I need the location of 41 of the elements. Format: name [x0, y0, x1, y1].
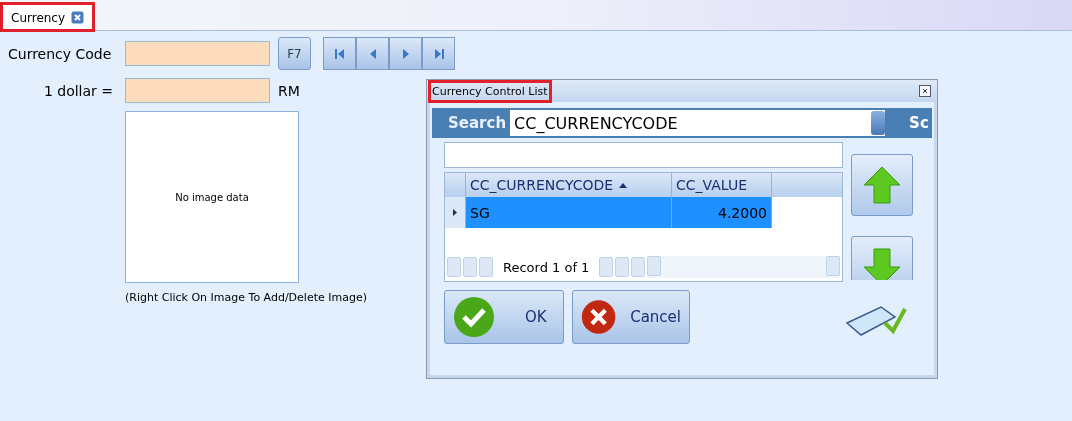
- navigation-button[interactable]: [422, 37, 455, 70]
- table-cell[interactable]: 4.2000: [672, 197, 772, 228]
- up-arrow-icon: [862, 165, 902, 205]
- pager-button[interactable]: [631, 257, 646, 277]
- image-placeholder: No image data: [175, 191, 249, 203]
- pager-button[interactable]: [463, 257, 477, 277]
- sort-ascending-icon: [619, 182, 628, 188]
- image-hint: (Right Click On Image To Add/Delete Image): [125, 291, 368, 304]
- ok-button[interactable]: OK: [444, 290, 564, 344]
- horizontal-scrollbar[interactable]: [647, 256, 840, 278]
- image-box[interactable]: No image data: [125, 111, 299, 283]
- first-record-icon: [332, 46, 347, 61]
- exchange-rate-field[interactable]: [125, 78, 270, 103]
- lookup-button[interactable]: F7: [278, 37, 311, 70]
- navigation-button[interactable]: [389, 37, 422, 70]
- move-down-button[interactable]: [851, 236, 913, 280]
- cancel-button[interactable]: Cancel: [572, 290, 690, 344]
- row-pointer-icon: [453, 209, 457, 216]
- dropdown-icon: [871, 111, 886, 135]
- down-arrow-icon: [862, 247, 902, 280]
- pager-button[interactable]: [599, 257, 614, 277]
- filter-field[interactable]: [444, 142, 843, 168]
- field-label: Currency Code: [8, 45, 113, 62]
- pager-button[interactable]: [615, 257, 630, 277]
- checkmark-icon: [453, 296, 495, 338]
- unit-label: RM: [278, 82, 300, 99]
- field-label: 1 dollar =: [42, 82, 114, 99]
- move-up-button[interactable]: [851, 154, 913, 216]
- pager-button[interactable]: [479, 257, 493, 277]
- navigation-button[interactable]: [323, 37, 356, 70]
- search-field-dropdown[interactable]: CC_CURRENCYCODE: [510, 110, 886, 136]
- pager-button[interactable]: [447, 257, 461, 277]
- search-label: Search: [448, 114, 507, 132]
- dialog-title: Currency Control List: [431, 82, 549, 100]
- navigation-button[interactable]: [356, 37, 389, 70]
- tab[interactable]: Currency: [2, 4, 94, 30]
- table-cell[interactable]: SG: [466, 197, 672, 228]
- currency-code-field[interactable]: [125, 41, 270, 66]
- cut-off-label: Sc: [909, 114, 929, 132]
- record-counter: Record 1 of 1: [503, 259, 590, 275]
- close-icon[interactable]: [919, 85, 931, 97]
